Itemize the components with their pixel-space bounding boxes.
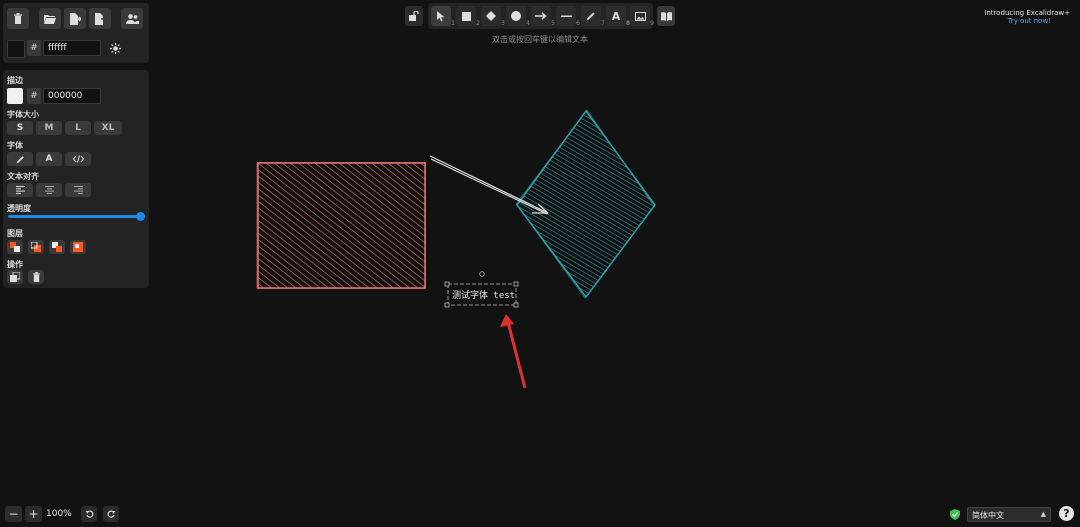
language-select-value: 简体中文 — [972, 511, 1004, 520]
red-pointer-arrow — [500, 314, 527, 389]
canvas-text-element[interactable]: 测试字体 test — [452, 288, 515, 301]
zoom-out-button[interactable]: − — [5, 506, 22, 522]
chevron-up-icon: ▲ — [1040, 510, 1046, 518]
drawing-canvas[interactable] — [0, 0, 1080, 527]
language-select[interactable]: 简体中文 ▲ — [967, 507, 1051, 522]
zoom-in-button[interactable]: + — [25, 506, 42, 522]
shield-check-icon[interactable] — [950, 509, 960, 523]
help-icon: ? — [1063, 507, 1070, 520]
undo-button[interactable] — [81, 506, 97, 522]
redo-icon — [107, 510, 115, 518]
undo-icon — [85, 510, 93, 518]
zoom-level[interactable]: 100% — [46, 509, 72, 519]
help-button[interactable]: ? — [1059, 506, 1074, 521]
rectangle-shape[interactable] — [256, 162, 426, 289]
diamond-shape[interactable] — [515, 109, 656, 299]
redo-button[interactable] — [103, 506, 119, 522]
